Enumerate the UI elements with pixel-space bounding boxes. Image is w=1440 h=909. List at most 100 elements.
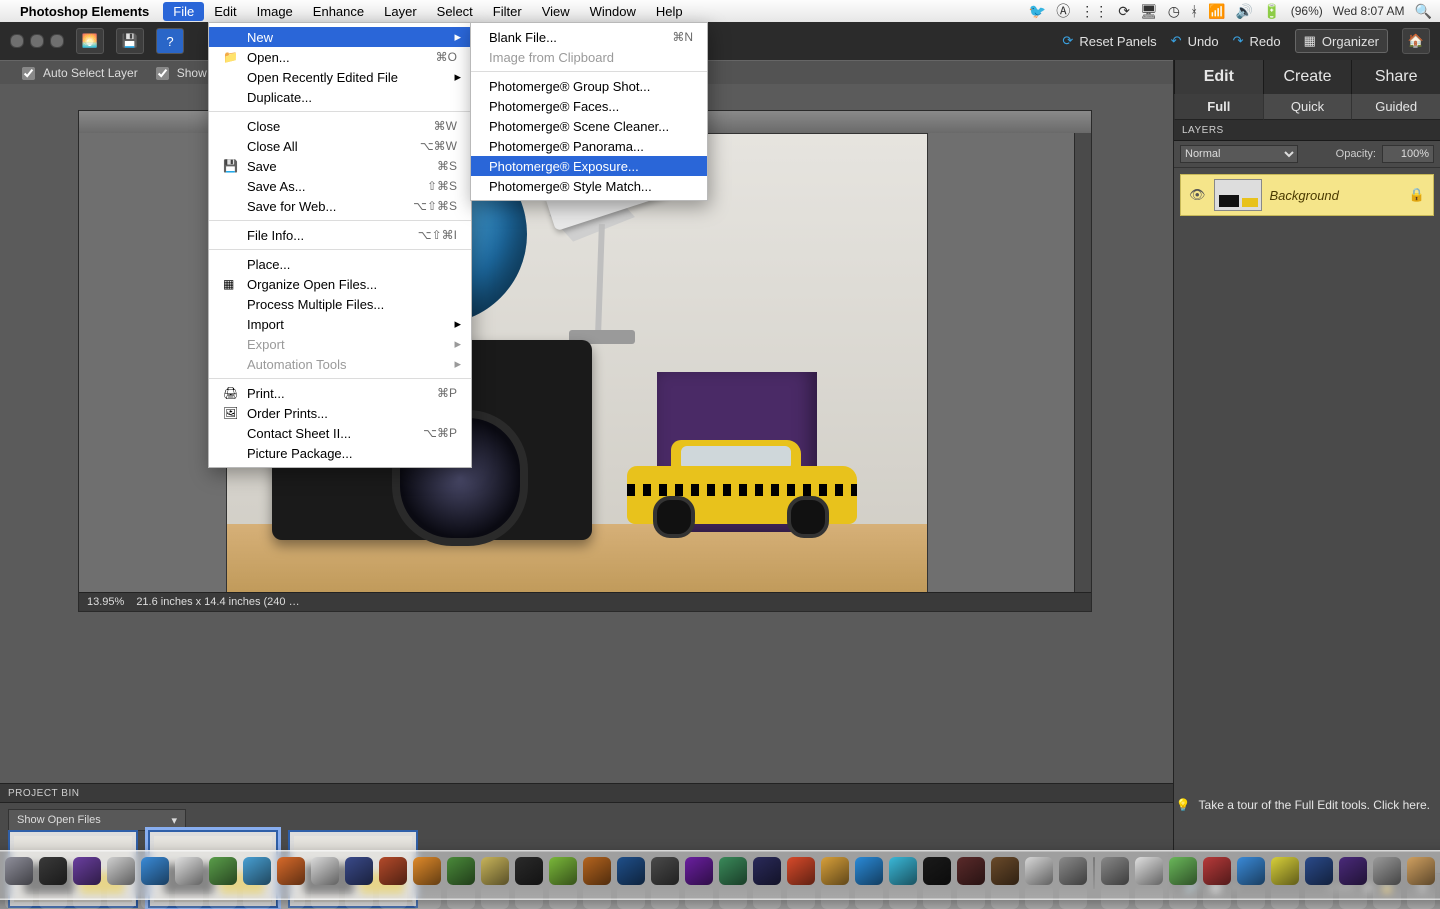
twitter-icon[interactable]: 🐦: [1029, 3, 1046, 20]
file-menu-item[interactable]: 💾Save⌘S: [209, 156, 471, 176]
redo-button[interactable]: ↷Redo: [1233, 33, 1281, 49]
reset-panels-button[interactable]: ⟳Reset Panels: [1062, 33, 1156, 49]
menubar-item-enhance[interactable]: Enhance: [303, 2, 374, 21]
dock-app-icon[interactable]: [549, 857, 577, 885]
file-menu-item[interactable]: Close All⌥⌘W: [209, 136, 471, 156]
help-icon[interactable]: ?: [156, 28, 184, 54]
dock-app-icon[interactable]: [345, 857, 373, 885]
dock-app-icon[interactable]: [617, 857, 645, 885]
dock-app-icon[interactable]: [1305, 857, 1333, 885]
menubar-item-select[interactable]: Select: [427, 2, 483, 21]
quick-save-icon[interactable]: 💾: [116, 28, 144, 54]
file-menu-item[interactable]: Save As...⇧⌘S: [209, 176, 471, 196]
menubar-item-file[interactable]: File: [163, 2, 204, 21]
dock-app-icon[interactable]: [481, 857, 509, 885]
dock-app-icon[interactable]: [583, 857, 611, 885]
clock[interactable]: Wed 8:07 AM: [1333, 4, 1405, 18]
submode-tab-quick[interactable]: Quick: [1263, 94, 1352, 120]
dock-app-icon[interactable]: [855, 857, 883, 885]
dock-app-icon[interactable]: [1135, 857, 1163, 885]
dock-app-icon[interactable]: [787, 857, 815, 885]
dock-app-icon[interactable]: [1271, 857, 1299, 885]
file-menu-item[interactable]: ▦Organize Open Files...: [209, 274, 471, 294]
new-submenu-item[interactable]: Photomerge® Faces...: [471, 96, 707, 116]
wifi-icon[interactable]: 📶: [1208, 3, 1225, 20]
file-menu-item[interactable]: File Info...⌥⇧⌘I: [209, 225, 471, 245]
timemachine-icon[interactable]: ◷: [1168, 3, 1180, 20]
file-menu-item[interactable]: Save for Web...⌥⇧⌘S: [209, 196, 471, 216]
file-menu-item[interactable]: 🖨Print...⌘P: [209, 383, 471, 403]
wifi-alt-icon[interactable]: ⋮⋮: [1080, 3, 1108, 20]
dock-app-icon[interactable]: [107, 857, 135, 885]
dock-app-icon[interactable]: [447, 857, 475, 885]
dock-app-icon[interactable]: [1237, 857, 1265, 885]
battery-icon[interactable]: 🔋: [1263, 3, 1280, 20]
file-menu-item[interactable]: 📁Open...⌘O: [209, 47, 471, 67]
file-menu-item[interactable]: Picture Package...: [209, 443, 471, 463]
quick-new-icon[interactable]: 🌅: [76, 28, 104, 54]
dock-app-icon[interactable]: [5, 857, 33, 885]
dock-app-icon[interactable]: [651, 857, 679, 885]
dock-app-icon[interactable]: [685, 857, 713, 885]
zoom-level[interactable]: 13.95%: [87, 596, 124, 608]
dock-app-icon[interactable]: [1025, 857, 1053, 885]
menubar-item-edit[interactable]: Edit: [204, 2, 246, 21]
new-submenu-item[interactable]: Photomerge® Group Shot...: [471, 76, 707, 96]
blend-mode-dropdown[interactable]: Normal: [1180, 145, 1298, 163]
file-menu-item[interactable]: Import▸: [209, 314, 471, 334]
dock-app-icon[interactable]: [1059, 857, 1087, 885]
opacity-value[interactable]: 100%: [1382, 145, 1434, 163]
dock-app-icon[interactable]: [957, 857, 985, 885]
volume-icon[interactable]: 🔊: [1236, 3, 1253, 20]
dock-app-icon[interactable]: [515, 857, 543, 885]
file-menu-item[interactable]: New▸: [209, 27, 471, 47]
dock-app-icon[interactable]: [311, 857, 339, 885]
dock-app-icon[interactable]: [175, 857, 203, 885]
mode-tab-share[interactable]: Share: [1351, 60, 1440, 94]
dock-app-icon[interactable]: [243, 857, 271, 885]
new-submenu-item[interactable]: Photomerge® Exposure...: [471, 156, 707, 176]
layer-row-background[interactable]: 👁 Background 🔒: [1180, 174, 1434, 216]
menubar-item-filter[interactable]: Filter: [483, 2, 532, 21]
app-name[interactable]: Photoshop Elements: [20, 4, 149, 19]
file-menu-item[interactable]: Duplicate...: [209, 87, 471, 107]
new-submenu-item[interactable]: Blank File...⌘N: [471, 27, 707, 47]
dock-app-icon[interactable]: [753, 857, 781, 885]
file-menu-item[interactable]: 🖼Order Prints...: [209, 403, 471, 423]
dock-app-icon[interactable]: [379, 857, 407, 885]
mode-tab-edit[interactable]: Edit: [1174, 60, 1263, 94]
dock-app-icon[interactable]: [1373, 857, 1401, 885]
dock-app-icon[interactable]: [991, 857, 1019, 885]
menubar-item-help[interactable]: Help: [646, 2, 693, 21]
menubar-item-layer[interactable]: Layer: [374, 2, 427, 21]
new-submenu-item[interactable]: Photomerge® Panorama...: [471, 136, 707, 156]
undo-button[interactable]: ↶Undo: [1171, 33, 1219, 49]
display-icon[interactable]: 🖥: [1140, 3, 1158, 20]
organizer-button[interactable]: ▦Organizer: [1295, 29, 1388, 53]
new-submenu-item[interactable]: Photomerge® Style Match...: [471, 176, 707, 196]
menubar-item-window[interactable]: Window: [580, 2, 646, 21]
bluetooth-icon[interactable]: ᚼ: [1190, 3, 1198, 19]
menubar-item-image[interactable]: Image: [247, 2, 303, 21]
dock-app-icon[interactable]: [1101, 857, 1129, 885]
menubar-item-view[interactable]: View: [532, 2, 580, 21]
visibility-icon[interactable]: 👁: [1189, 187, 1206, 203]
dock-app-icon[interactable]: [277, 857, 305, 885]
submode-tab-full[interactable]: Full: [1174, 94, 1263, 120]
dock-app-icon[interactable]: [821, 857, 849, 885]
file-menu-item[interactable]: Contact Sheet II...⌥⌘P: [209, 423, 471, 443]
dock-app-icon[interactable]: [1203, 857, 1231, 885]
file-menu-item[interactable]: Place...: [209, 254, 471, 274]
dock-app-icon[interactable]: [141, 857, 169, 885]
mode-tab-create[interactable]: Create: [1263, 60, 1352, 94]
adobe-icon[interactable]: Ⓐ: [1056, 1, 1070, 21]
dock-app-icon[interactable]: [1169, 857, 1197, 885]
dock-app-icon[interactable]: [73, 857, 101, 885]
auto-select-layer-checkbox[interactable]: Auto Select Layer: [18, 64, 138, 83]
tour-hint[interactable]: 💡 Take a tour of the Full Edit tools. Cl…: [1176, 798, 1430, 812]
file-menu-item[interactable]: Open Recently Edited File▸: [209, 67, 471, 87]
file-menu-item[interactable]: Close⌘W: [209, 116, 471, 136]
window-traffic-lights[interactable]: [10, 34, 64, 48]
spotlight-icon[interactable]: 🔍: [1415, 3, 1432, 20]
dock-app-icon[interactable]: [209, 857, 237, 885]
